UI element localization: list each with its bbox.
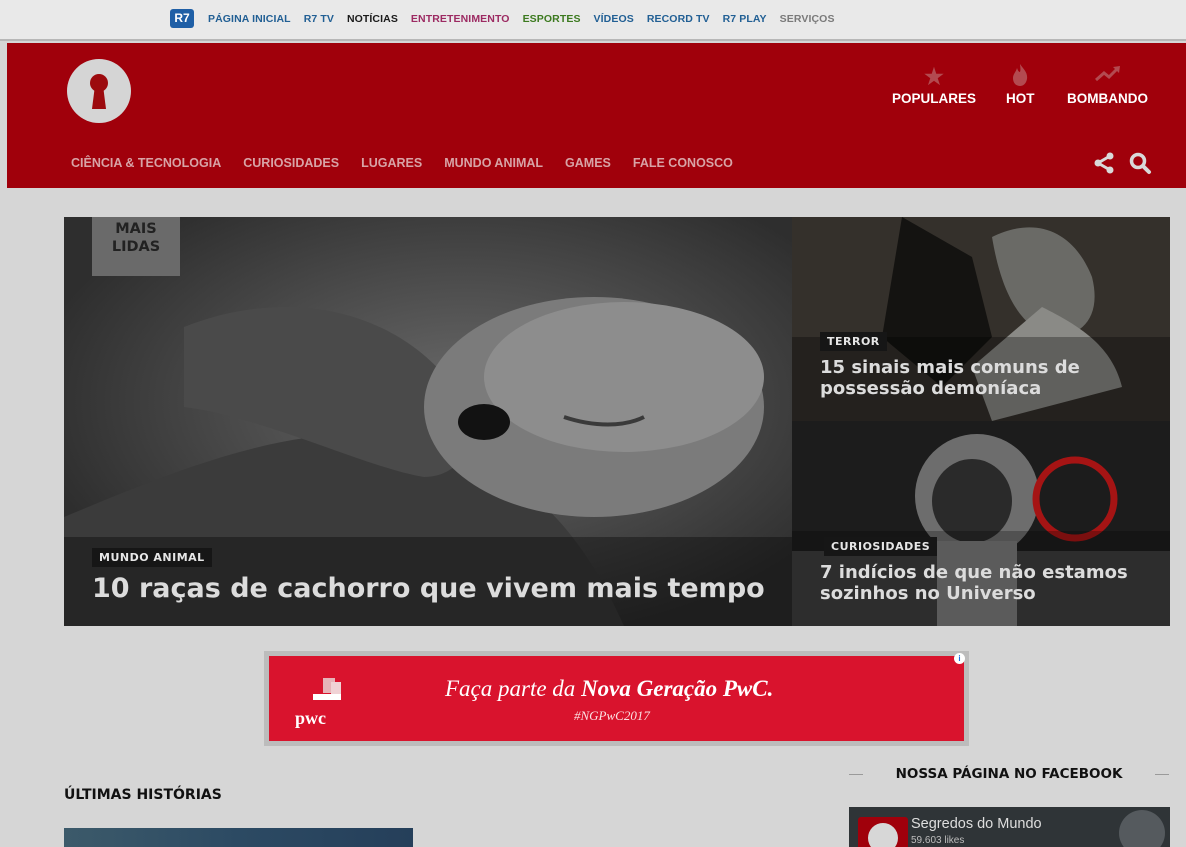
ad-hashtag: #NGPwC2017 — [574, 708, 650, 723]
r7-logo[interactable]: R7 — [170, 9, 194, 28]
facebook-page-name[interactable]: Segredos do Mundo — [911, 816, 1042, 832]
category-nav: CIÊNCIA & TECNOLOGIA CURIOSIDADES LUGARE… — [71, 156, 755, 170]
category-badge[interactable]: TERROR — [820, 332, 887, 351]
hero-side-title[interactable]: 15 sinais mais comuns de possessão demon… — [820, 357, 1150, 399]
hero-side-title[interactable]: 7 indícios de que não estamos sozinhos n… — [820, 562, 1160, 604]
r7-nav-link[interactable]: RECORD TV — [647, 13, 710, 25]
nav-bombando-label: BOMBANDO — [1067, 91, 1148, 106]
r7-nav-link[interactable]: R7 TV — [304, 13, 334, 25]
category-badge[interactable]: MUNDO ANIMAL — [92, 548, 212, 567]
category-mundo-animal[interactable]: MUNDO ANIMAL — [444, 156, 543, 170]
r7-nav-link[interactable]: ESPORTES — [523, 13, 581, 25]
flame-icon — [1006, 63, 1035, 91]
hero-main-title[interactable]: 10 raças de cachorro que vivem mais temp… — [92, 573, 765, 604]
pwc-logo: pwc — [295, 708, 326, 728]
star-icon: ★ — [924, 64, 944, 89]
category-curiosidades[interactable]: CURIOSIDADES — [243, 156, 339, 170]
nav-hot-label: HOT — [1006, 91, 1035, 106]
r7-nav-link[interactable]: VÍDEOS — [594, 13, 634, 25]
site-logo-keyhole-icon[interactable] — [67, 59, 131, 123]
nav-bombando[interactable]: BOMBANDO — [1067, 63, 1148, 106]
ad-info-icon[interactable]: i — [954, 653, 965, 664]
category-games[interactable]: GAMES — [565, 156, 611, 170]
category-ciencia-tecnologia[interactable]: CIÊNCIA & TECNOLOGIA — [71, 156, 221, 170]
share-icon[interactable] — [1093, 152, 1115, 174]
search-icon[interactable] — [1128, 151, 1152, 175]
nav-populares-label: POPULARES — [892, 91, 977, 106]
latest-stories-title: ÚLTIMAS HISTÓRIAS — [64, 787, 222, 803]
pwc-logo-mark — [313, 694, 341, 700]
ad-headline: Faça parte da Nova Geração PwC. — [445, 676, 773, 702]
category-badge[interactable]: CURIOSIDADES — [824, 537, 938, 556]
category-fale-conosco[interactable]: FALE CONOSCO — [633, 156, 733, 170]
trending-icon — [1067, 63, 1148, 91]
facebook-page-widget[interactable]: Segredos do Mundo 59.603 likes — [849, 807, 1170, 847]
ad-content[interactable]: pwc Faça parte da Nova Geração PwC. #NGP… — [269, 656, 964, 741]
advertisement-banner[interactable]: pwc Faça parte da Nova Geração PwC. #NGP… — [264, 651, 969, 746]
section-label-mais-lidas: MAIS LIDAS — [92, 217, 180, 276]
facebook-page-avatar[interactable] — [858, 817, 908, 847]
facebook-page-likes: 59.603 likes — [911, 835, 965, 846]
r7-nav-link[interactable]: SERVIÇOS — [780, 13, 835, 25]
category-lugares[interactable]: LUGARES — [361, 156, 422, 170]
r7-nav-link[interactable]: PÁGINA INICIAL — [208, 13, 291, 25]
r7-nav-link[interactable]: R7 PLAY — [723, 13, 767, 25]
r7-top-bar: R7 PÁGINA INICIAL R7 TV NOTÍCIAS ENTRETENIM… — [0, 0, 1186, 41]
facebook-widget-title: NOSSA PÁGINA NO FACEBOOK — [849, 766, 1169, 782]
ad-headline-bold: Nova Geração PwC. — [581, 676, 774, 701]
facebook-profile-icon — [1119, 810, 1165, 847]
site-header: ★ POPULARES HOT BOMBANDO CIÊNCIA & TECNO… — [7, 43, 1186, 188]
nav-hot[interactable]: HOT — [1006, 63, 1035, 106]
story-thumbnail[interactable] — [64, 828, 413, 847]
r7-nav-link[interactable]: NOTÍCIAS — [347, 13, 398, 25]
r7-nav: PÁGINA INICIAL R7 TV NOTÍCIAS ENTRETENIMENT… — [208, 13, 848, 25]
nav-populares[interactable]: ★ POPULARES — [892, 63, 976, 106]
r7-nav-link[interactable]: ENTRETENIMENTO — [411, 13, 510, 25]
ad-headline-prefix: Faça parte da — [445, 676, 582, 701]
